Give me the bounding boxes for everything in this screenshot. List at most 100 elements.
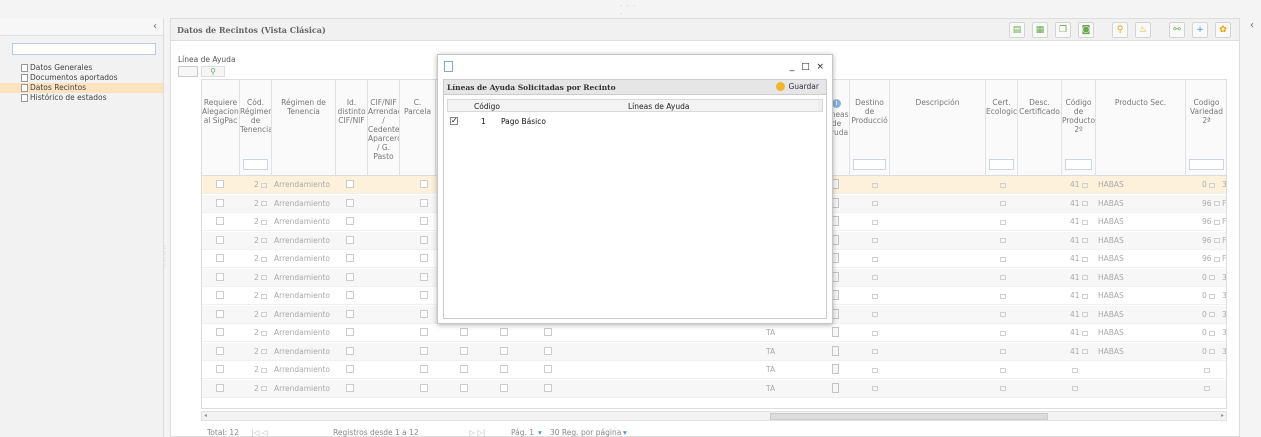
cert-lookup-icon[interactable] [1000,384,1006,393]
requiere-checkbox[interactable] [216,328,224,336]
lookup-icon[interactable] [1208,275,1215,280]
id-distinto-checkbox[interactable] [346,365,354,373]
linea-ayuda-search-icon[interactable]: ⚲ [201,66,225,77]
col-codigo-producto[interactable]: Código de Producto 2º [1062,80,1096,176]
lookup-icon[interactable] [1213,201,1220,206]
lineas-detail-icon[interactable] [832,179,839,189]
table-row[interactable]: 2 Arrendamiento TA [202,361,1226,379]
cert-lookup-icon[interactable] [1000,347,1006,356]
requiere-checkbox[interactable] [216,291,224,299]
lineas-detail-icon[interactable] [832,197,839,208]
c-parcela-checkbox[interactable] [420,272,428,281]
extra-checkbox[interactable] [500,328,508,336]
c-parcela-checkbox[interactable] [420,383,428,392]
id-distinto-checkbox[interactable] [346,346,354,355]
lookup-icon[interactable] [260,238,267,243]
cert-lookup-icon[interactable] [1000,291,1006,300]
lookup-icon[interactable] [1208,349,1215,354]
col-c-parcela[interactable]: C. Parcela [400,80,436,176]
extra-checkbox[interactable] [460,346,468,355]
lookup-icon[interactable] [260,219,267,225]
c-parcela-checkbox[interactable] [420,291,428,299]
cert-lookup-icon[interactable] [1000,236,1006,245]
first-page-icon[interactable]: |◁ ◁ [251,428,267,437]
lookup-icon[interactable] [260,201,267,206]
cert-lookup-icon[interactable] [1000,328,1006,337]
cert-lookup-icon[interactable] [1000,310,1006,319]
top-resize-grip[interactable]: · · · · [620,2,640,18]
col-codigo[interactable]: Código [474,102,500,111]
link-icon[interactable]: ⚯ [1169,22,1185,38]
destino-lookup-icon[interactable] [872,310,878,319]
last-page-icon[interactable]: ▷ ▷| [469,428,485,437]
extra-checkbox[interactable] [500,346,508,355]
destino-lookup-icon[interactable] [872,180,878,189]
col-destino-produccion[interactable]: Destino de Producció [850,80,890,176]
nav-item-datos-recintos[interactable]: Datos Recintos [0,83,163,93]
lookup-icon[interactable] [1081,293,1088,299]
id-distinto-checkbox[interactable] [346,180,354,188]
col-id-distinto[interactable]: Id. distinto CIF/NIF [336,80,368,176]
extra-checkbox[interactable] [500,383,508,392]
lookup-icon[interactable] [1208,330,1215,336]
cert-lookup-icon[interactable] [1000,180,1006,189]
c-parcela-checkbox[interactable] [420,309,428,318]
id-distinto-checkbox[interactable] [346,291,354,299]
col-requiere-alegaciones[interactable]: Requiere Alegaciones al SigPac [202,80,240,176]
id-distinto-checkbox[interactable] [346,198,354,207]
extra-checkbox[interactable] [500,365,508,373]
cert-filter-input[interactable] [989,159,1014,170]
table-row[interactable]: ✓ 1 Pago Básico [447,115,823,127]
cod-regimen-filter-input[interactable] [243,159,268,170]
search-icon[interactable]: ⚲ [1112,22,1128,38]
lineas-detail-icon[interactable] [832,364,839,374]
id-distinto-checkbox[interactable] [346,254,354,262]
col-regimen-tenencia[interactable]: Régimen de Tenencia [272,80,336,176]
destino-lookup-icon[interactable] [872,236,878,245]
linea-ayuda-input[interactable] [178,66,198,77]
extra-checkbox[interactable] [544,365,552,373]
add-icon[interactable]: + [1192,22,1208,38]
extra-checkbox[interactable] [544,383,552,392]
photo-icon[interactable]: ◙ [1078,22,1094,38]
destino-lookup-icon[interactable] [872,328,878,337]
id-distinto-checkbox[interactable] [346,235,354,244]
destino-lookup-icon[interactable] [872,254,878,263]
lookup-icon[interactable] [1081,238,1088,243]
c-parcela-checkbox[interactable] [420,254,428,262]
lookup-icon[interactable] [260,330,267,336]
id-distinto-checkbox[interactable] [346,272,354,281]
lineas-detail-icon[interactable] [832,216,839,226]
lookup-icon[interactable] [1081,275,1088,280]
col-lineas-de-ayuda[interactable]: Líneas de Ayuda [628,102,689,111]
lookup-icon[interactable] [1081,256,1088,262]
extra-checkbox[interactable] [460,365,468,373]
bulb-icon[interactable]: ♨ [1135,22,1151,38]
destino-lookup-icon[interactable] [872,273,878,282]
destino-lookup-icon[interactable] [872,384,878,393]
id-distinto-checkbox[interactable] [346,383,354,392]
requiere-checkbox[interactable] [216,272,224,281]
c-parcela-checkbox[interactable] [420,346,428,355]
lookup-icon[interactable] [1081,219,1088,225]
col-desc-certificado[interactable]: Desc. Certificado [1018,80,1062,176]
cert-lookup-icon[interactable] [1000,254,1006,263]
lookup-icon[interactable] [260,312,267,317]
col-cif-nif[interactable]: CIF/NIF Arrendador / Cedente Aparcero / … [368,80,400,176]
lookup-icon[interactable] [1213,238,1220,243]
horizontal-scrollbar[interactable]: ◂ ▸ [201,411,1227,421]
scroll-right-arrow-icon[interactable]: ▸ [1221,412,1224,419]
c-parcela-checkbox[interactable] [420,235,428,244]
page-selector[interactable]: Pág. 1 [511,428,534,437]
table-icon[interactable]: ▦ [1032,22,1048,38]
id-distinto-checkbox[interactable] [346,309,354,318]
extra-checkbox[interactable] [460,383,468,392]
lookup-icon[interactable] [260,275,267,280]
col-cod-regimen[interactable]: Cód. Régimen de Tenencia [240,80,272,176]
cert-lookup-icon[interactable] [1000,217,1006,226]
requiere-checkbox[interactable] [216,254,224,262]
cert-lookup-icon[interactable] [1000,273,1006,282]
col-cert-ecologic[interactable]: Cert. Ecologic [986,80,1018,176]
col-descripcion[interactable]: Descripción [890,80,986,176]
scroll-left-arrow-icon[interactable]: ◂ [204,412,207,419]
